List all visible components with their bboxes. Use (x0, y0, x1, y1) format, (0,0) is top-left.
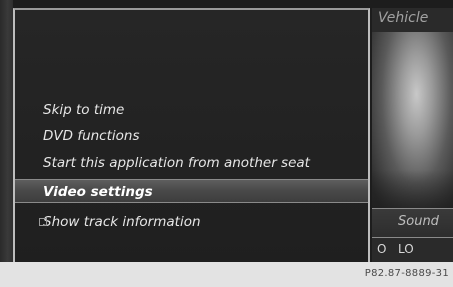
left-bezel (0, 0, 13, 262)
reference-code: P82.87-8889-31 (364, 268, 449, 279)
options-menu: Skip to time DVD functions Start this ap… (13, 8, 370, 262)
sound-values-row: O LO (372, 236, 453, 262)
menu-item-start-from-another-seat[interactable]: Start this application from another seat (43, 151, 310, 175)
menu-item-label: Show track information (43, 214, 201, 230)
checkbox-icon (39, 218, 47, 226)
video-preview-image (372, 32, 453, 210)
menu-item-label: Video settings (43, 184, 153, 200)
menu-item-show-track-information[interactable]: Show track information (27, 210, 201, 234)
right-side-panel: Vehicle Sound O LO (372, 8, 453, 262)
menu-item-skip-to-time[interactable]: Skip to time (43, 98, 124, 122)
menu-item-label: Skip to time (43, 102, 125, 118)
menu-item-label: DVD functions (43, 128, 140, 144)
reference-strip: P82.87-8889-31 (0, 262, 453, 287)
menu-item-dvd-functions[interactable]: DVD functions (43, 124, 140, 148)
sound-label: Sound (398, 214, 439, 229)
menu-item-video-settings[interactable]: Video settings (15, 179, 368, 203)
sound-value-right: LO (398, 242, 414, 256)
sound-value-left: O (377, 242, 387, 256)
media-screen: Skip to time DVD functions Start this ap… (0, 0, 453, 262)
menu-item-label: Start this application from another seat (43, 155, 310, 171)
sound-menu-button[interactable]: Sound (372, 208, 453, 238)
vehicle-label: Vehicle (378, 10, 429, 26)
